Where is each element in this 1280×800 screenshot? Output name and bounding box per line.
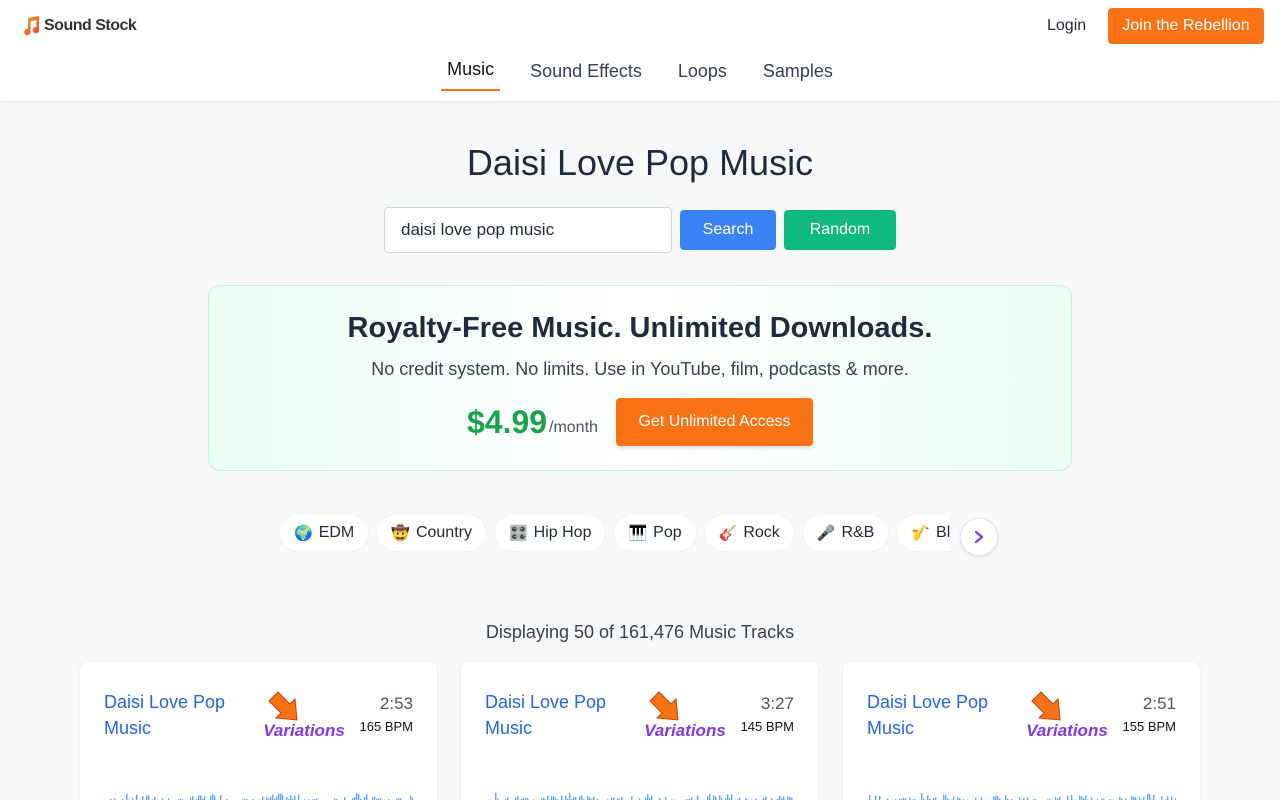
search-button[interactable]: Search bbox=[680, 210, 776, 250]
nav-tab-sound-effects[interactable]: Sound Effects bbox=[524, 58, 648, 93]
waveform[interactable] bbox=[867, 780, 1176, 800]
genre-chip-label: Hip Hop bbox=[533, 524, 592, 541]
page-title: Daisi Love Pop Music bbox=[466, 142, 814, 183]
genre-chip-pop[interactable]: 🎹 Pop bbox=[614, 515, 696, 551]
track-bpm: 165 BPM bbox=[359, 719, 413, 734]
nav-tab-music[interactable]: Music bbox=[441, 56, 501, 91]
svg-text:Variations: Variations bbox=[645, 721, 725, 740]
track-title-link[interactable]: Daisi Love Pop Music bbox=[867, 689, 1017, 741]
track-card: Daisi Love Pop Music Variations 3:27 145… bbox=[461, 662, 818, 800]
music-note-icon bbox=[24, 16, 40, 36]
globe-icon: 🌍 bbox=[294, 524, 313, 542]
site-logo[interactable]: Sound Stock bbox=[20, 15, 137, 37]
promo-subtitle: No credit system. No limits. Use in YouT… bbox=[371, 359, 909, 379]
variations-badge[interactable]: Variations bbox=[645, 690, 725, 740]
track-card: Daisi Love Pop Music Variations 2:51 155… bbox=[843, 662, 1200, 800]
genre-chip-label: Pop bbox=[653, 524, 682, 541]
track-title-link[interactable]: Daisi Love Pop Music bbox=[104, 689, 254, 741]
results-count: Displaying 50 of 161,476 Music Tracks bbox=[485, 622, 795, 642]
promo-title: Royalty-Free Music. Unlimited Downloads. bbox=[347, 312, 933, 344]
main-nav: Music Sound Effects Loops Samples bbox=[0, 58, 1280, 93]
genre-chip-label: Rock bbox=[743, 524, 780, 541]
track-title-link[interactable]: Daisi Love Pop Music bbox=[485, 689, 635, 741]
nav-tab-samples[interactable]: Samples bbox=[757, 58, 839, 93]
nav-tab-loops[interactable]: Loops bbox=[672, 58, 733, 93]
search-input[interactable] bbox=[384, 207, 672, 253]
genre-chip-country[interactable]: 🤠 Country bbox=[377, 515, 486, 551]
svg-text:Variations: Variations bbox=[1027, 721, 1107, 740]
genre-chip-label: R&B bbox=[841, 524, 875, 541]
genre-chip-blues[interactable]: 🎷 Blues bbox=[897, 515, 950, 551]
chevron-right-icon bbox=[974, 530, 984, 544]
genre-chip-rnb[interactable]: 🎤 R&B bbox=[802, 515, 889, 551]
track-card: Daisi Love Pop Music Variations 2:53 165… bbox=[80, 662, 437, 800]
promo-price: $4.99 bbox=[467, 404, 548, 440]
waveform[interactable] bbox=[485, 780, 794, 800]
genre-chip-rock[interactable]: 🎸 Rock bbox=[704, 515, 794, 551]
track-duration: 3:27 bbox=[760, 694, 794, 713]
track-bpm: 155 BPM bbox=[1122, 719, 1176, 734]
waveform[interactable] bbox=[104, 780, 413, 800]
site-header: Sound Stock Login Join the Rebellion Mus… bbox=[0, 0, 1280, 102]
get-access-button[interactable]: Get Unlimited Access bbox=[616, 398, 813, 446]
track-bpm: 145 BPM bbox=[740, 719, 794, 734]
microphone-icon: 🎤 bbox=[816, 524, 836, 542]
promo-price-period: /month bbox=[549, 419, 598, 436]
chips-scroll-right-button[interactable] bbox=[960, 518, 998, 556]
mixer-icon: 🎛️ bbox=[508, 524, 528, 542]
variations-badge[interactable]: Variations bbox=[1027, 690, 1107, 740]
svg-text:Variations: Variations bbox=[264, 721, 344, 740]
track-duration: 2:51 bbox=[1142, 694, 1176, 713]
genre-chip-label: EDM bbox=[318, 524, 355, 541]
join-button[interactable]: Join the Rebellion bbox=[1108, 8, 1264, 44]
logo-text: Sound Stock bbox=[44, 17, 137, 34]
piano-icon: 🎹 bbox=[628, 524, 648, 542]
variations-badge[interactable]: Variations bbox=[264, 690, 344, 740]
login-link[interactable]: Login bbox=[1047, 17, 1086, 35]
genre-chips: 🌍 EDM 🤠 Country 🎛️ Hip Hop 🎹 Pop 🎸 Rock 🎤 R&B … bbox=[280, 515, 950, 555]
genre-chip-label: Country bbox=[415, 524, 472, 541]
track-duration: 2:53 bbox=[379, 694, 413, 713]
genre-chip-edm[interactable]: 🌍 EDM bbox=[280, 515, 369, 551]
genre-chip-hip-hop[interactable]: 🎛️ Hip Hop bbox=[494, 515, 606, 551]
genre-chip-label: Blues bbox=[936, 524, 950, 541]
promo-banner: Royalty-Free Music. Unlimited Downloads.… bbox=[208, 285, 1072, 471]
random-button[interactable]: Random bbox=[784, 210, 896, 250]
saxophone-icon: 🎷 bbox=[911, 524, 931, 542]
guitar-icon: 🎸 bbox=[718, 524, 738, 542]
cowboy-icon: 🤠 bbox=[391, 524, 410, 542]
